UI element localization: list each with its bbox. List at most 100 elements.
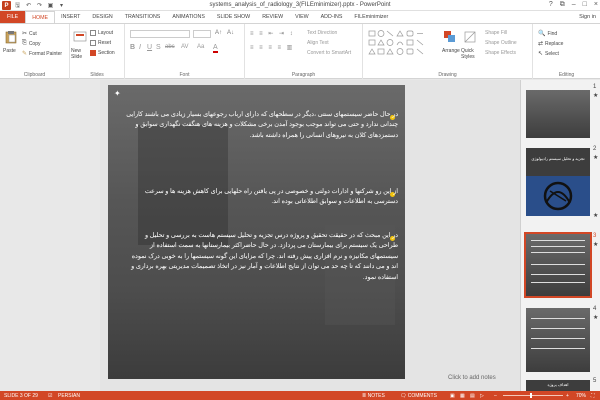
section-button[interactable]: Section: [90, 50, 115, 56]
fit-slide-icon[interactable]: ⛶: [591, 393, 595, 399]
thumbnail-number: 5: [593, 378, 597, 384]
tab-review[interactable]: REVIEW: [256, 11, 289, 23]
zoom-slider-track[interactable]: [503, 395, 563, 396]
arrange-button[interactable]: Arrange: [442, 48, 460, 54]
normal-view-icon[interactable]: ▣: [450, 393, 455, 399]
close-button[interactable]: ×: [594, 1, 598, 9]
text-direction-button[interactable]: Text Direction: [307, 30, 337, 36]
tab-home[interactable]: HOME: [25, 11, 56, 23]
format-painter-icon: ✎: [22, 51, 28, 57]
zoom-slider-handle[interactable]: [530, 393, 532, 398]
thumbnail-text-line: [531, 348, 585, 349]
grow-font-icon[interactable]: A↑: [215, 30, 222, 36]
slide-sorter-icon[interactable]: ▦: [460, 393, 465, 399]
tab-transitions[interactable]: TRANSITIONS: [119, 11, 167, 23]
cut-button[interactable]: ✂ Cut: [22, 30, 37, 38]
shapes-gallery[interactable]: [367, 29, 437, 59]
quick-styles-icon[interactable]: [463, 30, 477, 44]
shape-effects-button[interactable]: Shape Effects: [485, 50, 516, 56]
current-slide[interactable]: ✦ در حال حاضر سیستمهای سنتی ،دیگر در سطح…: [108, 85, 405, 379]
paste-button[interactable]: Paste: [3, 48, 16, 54]
zoom-in-icon[interactable]: +: [566, 393, 569, 399]
slide-paragraph-2[interactable]: از این رو شرکتها و ادارات دولتی و خصوصی …: [124, 187, 398, 208]
paragraph-group: ≡ ≡ ⇤ ⇥ ↕ ≡ ≡ ≡ ≡ ▥ Text Direction Align…: [245, 24, 363, 79]
slide-background-shade: [138, 125, 228, 245]
reset-button[interactable]: Reset: [90, 40, 111, 46]
underline-icon[interactable]: U: [147, 44, 152, 51]
slide-thumbnail-5[interactable]: اهداف پروژه: [526, 380, 590, 391]
shape-fill-button[interactable]: Shape Fill: [485, 30, 507, 36]
slide-thumbnail-calligraphy[interactable]: [526, 176, 590, 216]
find-button[interactable]: 🔍 Find: [538, 30, 557, 38]
paste-icon[interactable]: [4, 30, 18, 44]
tab-animations[interactable]: ANIMATIONS: [166, 11, 211, 23]
thumbnail-text-line: [531, 252, 585, 253]
slide-thumbnail-1[interactable]: [526, 90, 590, 138]
drawing-group: Arrange Quick Styles Shape Fill Shape Ou…: [363, 24, 533, 79]
replace-button[interactable]: ⇄ Replace: [538, 40, 563, 48]
minimize-button[interactable]: –: [572, 1, 576, 9]
sparkle-icon: ✦: [114, 89, 121, 98]
arrange-icon[interactable]: [443, 30, 457, 44]
strikethrough-icon[interactable]: abc: [165, 44, 175, 50]
sign-in-link[interactable]: Sign in: [579, 11, 596, 23]
character-spacing-icon[interactable]: AV: [181, 44, 189, 50]
layout-button[interactable]: Layout: [90, 30, 113, 36]
tab-view[interactable]: VIEW: [289, 11, 315, 23]
align-text-button[interactable]: Align Text: [307, 40, 329, 46]
alignment-icons[interactable]: ≡ ≡ ≡ ≡ ▥: [250, 44, 294, 51]
shape-outline-button[interactable]: Shape Outline: [485, 40, 517, 46]
new-slide-icon[interactable]: [73, 30, 87, 44]
tab-fileminimizer[interactable]: FILEminimizer: [348, 11, 394, 23]
copy-icon: ⎘: [22, 40, 27, 46]
shadow-icon[interactable]: S: [156, 44, 161, 51]
slides-group-label: Slides: [90, 72, 104, 78]
font-name-dropdown[interactable]: [130, 30, 190, 38]
left-empty-pane: [0, 80, 100, 391]
slide-thumbnail-4[interactable]: [526, 308, 590, 372]
ribbon-display-options-button[interactable]: ⧉: [560, 1, 565, 9]
list-and-indent-icons[interactable]: ≡ ≡ ⇤ ⇥ ↕: [250, 30, 295, 37]
comments-toggle-button[interactable]: 🗨 COMMENTS: [400, 393, 437, 399]
proofing-icon[interactable]: ☑: [48, 393, 52, 399]
maximize-button[interactable]: □: [583, 1, 587, 9]
editing-group: 🔍 Find ⇄ Replace ↖ Select Editing: [533, 24, 600, 79]
tab-add-ins[interactable]: ADD-INS: [315, 11, 349, 23]
zoom-out-icon[interactable]: –: [494, 393, 497, 399]
slide-show-icon[interactable]: ▷: [480, 393, 484, 399]
slide-paragraph-1[interactable]: در حال حاضر سیستمهای سنتی ،دیگر در سطحها…: [124, 110, 398, 141]
italic-icon[interactable]: I: [139, 44, 141, 51]
title-bar: P 🖫 ↶ ↷ ▣ ▾ systems_analysis_of_radiolog…: [0, 0, 600, 11]
shrink-font-icon[interactable]: A↓: [227, 30, 234, 36]
quick-styles-button[interactable]: Quick Styles: [461, 48, 481, 60]
change-case-icon[interactable]: Aa: [197, 44, 204, 50]
notes-toggle-button[interactable]: ≣ NOTES: [362, 393, 385, 399]
transition-star-icon: ★: [593, 242, 599, 248]
slide-paragraph-3[interactable]: در این مبحث که در حقیقت تحقیق و پروژه در…: [124, 231, 398, 283]
tab-insert[interactable]: INSERT: [55, 11, 86, 23]
copy-button[interactable]: ⎘ Copy: [22, 40, 41, 47]
slide-thumbnail-3-selected[interactable]: [524, 232, 592, 298]
transition-star-icon: ★: [593, 213, 599, 219]
convert-to-smartart-button[interactable]: Convert to SmartArt: [307, 50, 351, 56]
notes-placeholder[interactable]: Click to add notes: [448, 375, 496, 381]
slide-counter: SLIDE 3 OF 29: [4, 393, 38, 399]
reading-view-icon[interactable]: ▤: [470, 393, 475, 399]
font-size-dropdown[interactable]: [193, 30, 211, 38]
font-color-icon[interactable]: A: [213, 44, 218, 53]
clipboard-group: Paste ✂ Cut ⎘ Copy ✎ Format Painter Clip…: [0, 24, 70, 79]
help-button[interactable]: ?: [549, 1, 553, 9]
tab-design[interactable]: DESIGN: [86, 11, 118, 23]
language-indicator[interactable]: PERSIAN: [58, 393, 80, 399]
ribbon: Paste ✂ Cut ⎘ Copy ✎ Format Painter Clip…: [0, 23, 600, 79]
tab-slide-show[interactable]: SLIDE SHOW: [211, 11, 256, 23]
transition-star-icon: ★: [593, 155, 599, 161]
thumbnail-title: تجزیه و تحلیل سیستم رادیولوژی: [531, 156, 585, 161]
bold-icon[interactable]: B: [130, 44, 135, 51]
select-button[interactable]: ↖ Select: [538, 50, 559, 58]
zoom-level[interactable]: 70%: [576, 393, 586, 399]
thumbnail-text-line: [531, 246, 585, 247]
tab-file[interactable]: FILE: [0, 11, 26, 23]
format-painter-button[interactable]: ✎ Format Painter: [22, 50, 62, 58]
drawing-group-label: Drawing: [438, 72, 457, 78]
